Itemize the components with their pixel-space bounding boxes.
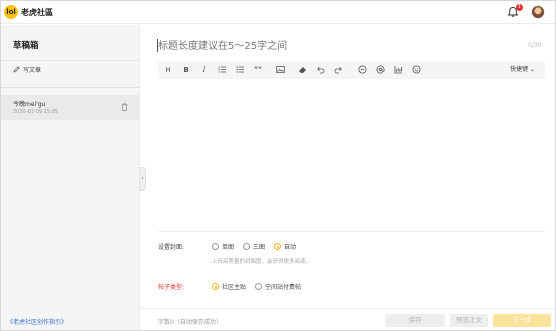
logo[interactable]: lol 老虎社區	[4, 5, 53, 19]
emoji-icon[interactable]	[410, 64, 422, 76]
draft-time: 2020-03-09 15:05	[13, 109, 59, 115]
draft-title: 今晚mei'gu	[13, 101, 46, 108]
logo-text: 老虎社區	[21, 7, 53, 17]
notification-badge: 1	[516, 4, 523, 11]
bold-button[interactable]: B	[180, 64, 192, 76]
footer-bar: 字数0（自动保存成功） 保存 预览正文 下一步	[140, 308, 555, 330]
post-type-option-label: 社区主贴	[222, 284, 247, 291]
mention-icon[interactable]	[374, 64, 386, 76]
write-article-label: 写文章	[23, 67, 42, 74]
chevron-down-icon: ⌄	[529, 66, 535, 73]
draft-item[interactable]: 今晚mei'gu 2020-03-09 15:05	[1, 95, 140, 120]
word-count: 字数0（自动保存成功）	[158, 319, 222, 326]
cover-option-label: 三图	[253, 244, 266, 251]
cover-label: 设置封面:	[158, 244, 185, 251]
redo-icon[interactable]	[332, 64, 344, 76]
collapse-sidebar-button[interactable]: ‹	[139, 167, 146, 191]
radio-paid[interactable]	[255, 283, 262, 290]
cover-option-label: 单图	[222, 244, 235, 251]
radio-community[interactable]	[212, 283, 219, 290]
chart-icon[interactable]	[392, 64, 404, 76]
radio-three[interactable]	[243, 243, 250, 250]
quote-button[interactable]: ““	[252, 64, 264, 76]
title-counter: 0/30	[528, 42, 542, 49]
ordered-list-icon[interactable]	[216, 64, 228, 76]
avatar[interactable]	[531, 5, 545, 19]
cover-hint: 上传高质量的封面图，会获得更多阅读。	[212, 259, 312, 265]
stock-icon[interactable]	[356, 64, 368, 76]
trash-icon[interactable]	[121, 103, 128, 111]
logo-badge: lol	[4, 5, 18, 19]
cover-option-label: 自动	[284, 244, 297, 251]
editor-toolbar: H B I ““ 快捷键 ⌄	[158, 61, 545, 79]
post-type-paid[interactable]: 空间站付费帖	[255, 282, 301, 291]
settings-divider	[158, 231, 545, 232]
heading-button[interactable]: H	[162, 64, 174, 76]
eraser-icon[interactable]	[296, 64, 308, 76]
preview-button[interactable]: 预览正文	[450, 314, 488, 327]
cover-option-three[interactable]: 三图	[243, 242, 265, 251]
bullet-list-icon[interactable]	[234, 64, 246, 76]
radio-single[interactable]	[212, 243, 219, 250]
cover-option-single[interactable]: 单图	[212, 242, 234, 251]
creation-guide-link[interactable]: 《老虎社区创作指引》	[7, 317, 67, 326]
undo-icon[interactable]	[314, 64, 326, 76]
save-button[interactable]: 保存	[385, 314, 445, 327]
write-article-button[interactable]: 写文章	[13, 65, 41, 74]
title-input[interactable]	[158, 39, 518, 53]
italic-button[interactable]: I	[198, 64, 210, 76]
post-type-community[interactable]: 社区主贴	[212, 282, 246, 291]
next-step-button[interactable]: 下一步	[493, 314, 551, 327]
shortcut-dropdown[interactable]: 快捷键 ⌄	[510, 64, 535, 76]
app-window: lol 老虎社區 1 草稿箱 写文章 今晚mei'gu 2020-03-09 1…	[0, 0, 556, 331]
sidebar: 草稿箱 写文章 今晚mei'gu 2020-03-09 15:05	[1, 25, 140, 330]
radio-auto[interactable]	[274, 243, 281, 250]
shortcut-label: 快捷键	[510, 66, 529, 73]
image-icon[interactable]	[274, 64, 286, 76]
sidebar-divider	[1, 87, 140, 88]
cover-option-auto[interactable]: 自动	[274, 242, 296, 251]
post-type-option-label: 空间站付费帖	[265, 284, 302, 291]
sidebar-title: 草稿箱	[13, 41, 39, 51]
sidebar-divider	[1, 60, 140, 61]
post-type-label: 帖子类型:	[158, 284, 185, 291]
top-bar: lol 老虎社區 1	[1, 1, 555, 24]
pencil-icon	[13, 66, 20, 73]
